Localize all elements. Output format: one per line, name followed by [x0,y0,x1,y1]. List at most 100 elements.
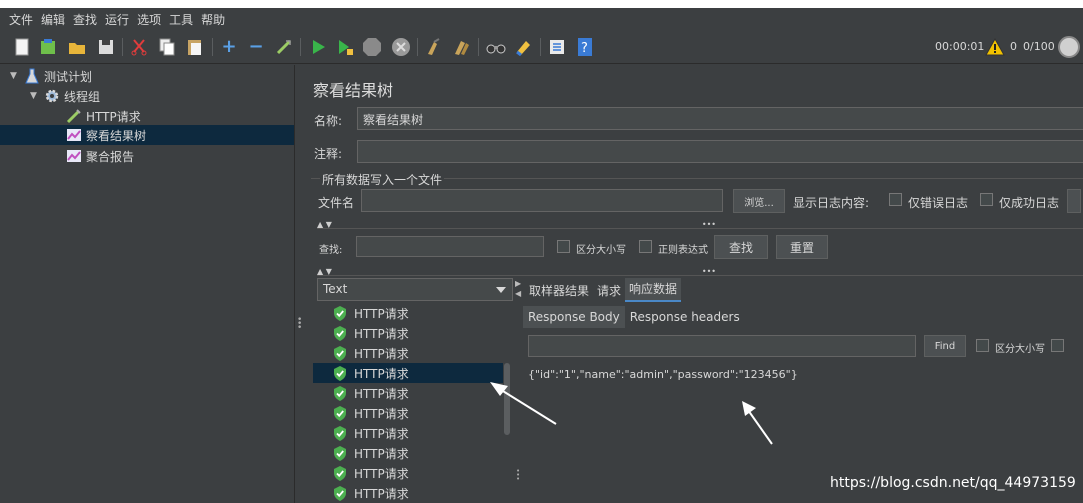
page-title: 察看结果树 [313,81,394,100]
chevron-down-icon[interactable] [496,287,506,293]
list-item[interactable]: HTTP请求 [313,423,503,443]
list-item[interactable]: HTTP请求 [313,303,503,323]
shutdown-icon[interactable] [391,37,411,57]
list-item-label: HTTP请求 [354,306,409,321]
result-tabs: 取样器结果 请求 响应数据 [525,278,682,302]
success-shield-icon [334,325,346,341]
comment-label: 注释: [314,147,343,161]
chevron-down-icon[interactable]: ▼ [10,71,20,81]
open-icon[interactable] [67,37,87,57]
templates-icon[interactable] [38,37,58,57]
tab-request[interactable]: 请求 [593,280,625,302]
tab-response-body[interactable]: Response Body [523,306,625,328]
tree-item-thread-group[interactable]: ▼ 线程组 [30,86,295,106]
list-item-label: HTTP请求 [354,486,409,501]
start-no-pause-icon[interactable] [335,37,355,57]
menu-options[interactable]: 选项 [137,11,161,28]
tree-item-view-results-tree[interactable]: 察看结果树 [0,125,294,145]
reset-button[interactable]: 重置 [776,235,828,259]
tab-sampler-result[interactable]: 取样器结果 [525,280,593,302]
tree-item-label: 察看结果树 [86,128,147,143]
list-item[interactable]: HTTP请求 [313,483,503,503]
search-icon[interactable] [486,37,506,57]
svg-text:?: ? [581,41,588,56]
stop-icon[interactable] [362,37,382,57]
errors-only-label: 仅错误日志 [908,196,969,210]
response-body-text: {"id":"1","name":"admin","password":"123… [528,368,798,381]
menu-edit[interactable]: 编辑 [41,11,65,28]
log-content-label: 显示日志内容: [793,196,870,210]
list-item-label: HTTP请求 [354,366,409,381]
search-button[interactable]: 查找 [714,235,768,259]
watermark: https://blog.csdn.net/qq_44973159 [830,475,1076,491]
find-case-checkbox[interactable] [976,339,989,352]
clear-all-icon[interactable] [452,37,472,57]
menu-search[interactable]: 查找 [73,11,97,28]
list-item[interactable]: HTTP请求 [313,403,503,423]
configure-button[interactable] [1067,189,1081,213]
function-helper-icon[interactable] [547,37,567,57]
view-results-tree-panel: 察看结果树 名称: 察看结果树 注释: 所有数据写入一个文件 文件名 浏览...… [303,65,1083,503]
splitter-grip-icon[interactable]: • • • [297,316,302,333]
name-field[interactable]: 察看结果树 [357,107,1083,130]
copy-icon[interactable] [157,37,177,57]
list-item[interactable]: HTTP请求 [313,443,503,463]
reset-search-icon[interactable] [513,37,533,57]
start-icon[interactable] [308,37,328,57]
case-sensitive-label: 区分大小写 [576,245,626,256]
remote-status-icon[interactable] [1058,36,1080,58]
menu-file[interactable]: 文件 [9,11,33,28]
success-only-label: 仅成功日志 [999,196,1060,210]
tab-response-data[interactable]: 响应数据 [625,278,682,302]
clear-icon[interactable] [424,37,444,57]
success-shield-icon [334,365,346,381]
list-item[interactable]: HTTP请求 [313,323,503,343]
filename-input[interactable] [361,189,723,212]
list-item-selected[interactable]: HTTP请求 [313,363,503,383]
menu-help[interactable]: 帮助 [201,11,225,28]
menu-tools[interactable]: 工具 [169,11,193,28]
tree-item-label: 测试计划 [44,69,93,84]
list-item[interactable]: HTTP请求 [313,463,503,483]
new-icon[interactable] [12,37,32,57]
find-button[interactable]: Find [924,335,966,357]
chevron-down-icon[interactable]: ▼ [30,91,40,101]
list-item-label: HTTP请求 [354,406,409,421]
list-item[interactable]: HTTP请求 [313,343,503,363]
regex-checkbox[interactable] [639,240,652,253]
cut-icon[interactable] [129,37,149,57]
window-top-strip [0,0,1083,8]
warning-icon[interactable] [985,37,1005,56]
expand-icon[interactable]: + [219,37,239,57]
elapsed-timer: 00:00:01 [935,40,985,53]
menu-run[interactable]: 运行 [105,11,129,28]
errors-only-checkbox[interactable] [889,193,902,206]
list-item-label: HTTP请求 [354,326,409,341]
browse-button[interactable]: 浏览... [733,189,785,213]
gear-icon [44,88,60,104]
split-arrows-icon[interactable]: ▶ ◀ [515,279,521,299]
case-sensitive-checkbox[interactable] [557,240,570,253]
toggle-icon[interactable] [274,37,294,57]
collapse-icon[interactable]: − [246,37,266,57]
search-input[interactable] [356,236,544,257]
splitter-grip-icon[interactable]: • • • [516,468,520,483]
tree-item-test-plan[interactable]: ▼ 测试计划 [10,66,295,86]
paste-icon[interactable] [185,37,205,57]
comment-field[interactable] [357,140,1083,163]
vertical-splitter[interactable] [295,65,303,503]
find-case-label: 区分大小写 [995,344,1045,355]
tree-item-http-request[interactable]: HTTP请求 [66,106,295,126]
listener-chart-icon [66,148,82,164]
renderer-select[interactable]: Text [317,278,513,301]
tree-item-aggregate-report[interactable]: 聚合报告 [66,146,295,166]
save-icon[interactable] [96,37,116,57]
find-regex-checkbox[interactable] [1051,339,1064,352]
success-only-checkbox[interactable] [980,193,993,206]
list-item[interactable]: HTTP请求 [313,383,503,403]
find-input[interactable] [528,335,916,357]
success-shield-icon [334,305,346,321]
tab-response-headers[interactable]: Response headers [625,306,745,328]
help-icon[interactable]: ? [575,37,595,57]
annotation-arrow-list-icon [490,382,557,425]
